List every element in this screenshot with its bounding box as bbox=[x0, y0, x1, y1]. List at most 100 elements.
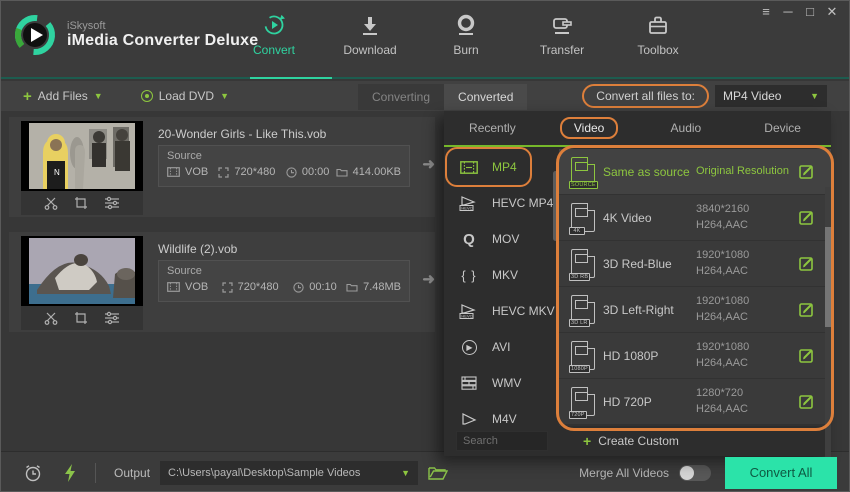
edit-preset-icon[interactable] bbox=[799, 348, 814, 366]
nav-tab-convert[interactable]: Convert bbox=[241, 13, 307, 57]
format-item-wmv[interactable]: WMV bbox=[444, 365, 559, 401]
preset-3d-left-right[interactable]: 3D LR 3D Left-Right 1920*1080 H264,AAC bbox=[559, 287, 831, 332]
tab-video[interactable]: Video bbox=[541, 111, 638, 145]
format-list-scrollbar[interactable] bbox=[553, 171, 558, 241]
file-format: VOB bbox=[185, 166, 209, 178]
output-format-select[interactable]: MP4 Video ▼ bbox=[715, 85, 827, 107]
format-item-mp4[interactable]: MP4 bbox=[444, 149, 559, 185]
app-logo: iSkysoft iMedia Converter Deluxe bbox=[13, 13, 258, 57]
file-row[interactable]: Wildlife (2).vob Source VOB 720*480 00:1… bbox=[9, 232, 435, 332]
format-label: MOV bbox=[492, 232, 520, 246]
nav-tab-transfer[interactable]: Transfer bbox=[529, 13, 595, 57]
preset-scrollbar-thumb[interactable] bbox=[825, 227, 831, 327]
file-duration: 00:10 bbox=[309, 281, 337, 293]
brand-text: iSkysoft iMedia Converter Deluxe bbox=[67, 20, 258, 50]
format-item-mkv[interactable]: { } MKV bbox=[444, 257, 559, 293]
output-label: Output bbox=[114, 465, 151, 480]
video-thumbnail-card: N bbox=[21, 121, 143, 215]
nav-label: Convert bbox=[252, 43, 296, 57]
preset-4k-video[interactable]: 4K 4K Video 3840*2160 H264,AAC bbox=[559, 195, 831, 240]
effects-sliders-icon[interactable] bbox=[104, 311, 120, 325]
duration-clock-icon bbox=[286, 166, 297, 178]
chevron-down-icon: ▼ bbox=[401, 467, 411, 478]
edit-preset-icon[interactable] bbox=[799, 394, 814, 412]
format-label: MP4 bbox=[492, 160, 517, 174]
file-name: Wildlife (2).vob bbox=[158, 242, 238, 256]
tab-audio[interactable]: Audio bbox=[638, 111, 735, 145]
wildlife-thumbnail-image bbox=[29, 238, 135, 304]
source-label: Source bbox=[167, 150, 202, 162]
wmv-icon bbox=[458, 376, 480, 390]
preset-hd-1080p[interactable]: 1080P HD 1080P 1920*1080 H264,AAC bbox=[559, 333, 831, 378]
svg-text:HEVC: HEVC bbox=[461, 206, 472, 211]
target-arrow-icon: ➜ bbox=[422, 271, 435, 288]
output-path-select[interactable]: C:\Users\payal\Desktop\Sample Videos ▼ bbox=[160, 460, 419, 485]
source-info-box: Source VOB 720*480 bbox=[158, 145, 410, 187]
format-search-input[interactable] bbox=[456, 431, 548, 451]
file-format: VOB bbox=[185, 281, 209, 293]
nav-tab-download[interactable]: Download bbox=[337, 13, 403, 57]
tab-converting[interactable]: Converting bbox=[358, 84, 445, 110]
add-files-label: Add Files bbox=[37, 89, 88, 103]
merge-all-videos-toggle[interactable] bbox=[679, 464, 711, 481]
format-item-hevc-mp4[interactable]: HEVC HEVC MP4 bbox=[444, 185, 559, 221]
edit-preset-icon[interactable] bbox=[799, 210, 814, 228]
trim-scissors-icon[interactable] bbox=[44, 311, 58, 325]
dvd-icon bbox=[140, 90, 153, 102]
preset-same-as-source[interactable]: SOURCE Same as source Original Resolutio… bbox=[559, 149, 831, 194]
preset-hd-720p[interactable]: 720P HD 720P 1280*720 H264,AAC bbox=[559, 379, 831, 424]
tab-converted[interactable]: Converted bbox=[444, 84, 528, 110]
format-label: M4V bbox=[492, 412, 517, 426]
load-dvd-button[interactable]: Load DVD ▼ bbox=[140, 89, 229, 103]
open-output-folder-icon[interactable] bbox=[428, 465, 449, 481]
high-speed-bolt-icon[interactable] bbox=[63, 463, 77, 483]
nav-tab-burn[interactable]: Burn bbox=[433, 13, 499, 57]
720p-file-icon: 720P bbox=[569, 387, 595, 419]
format-label: AVI bbox=[492, 340, 511, 354]
file-row[interactable]: N 20-Wonder Girls - Like This.vob Source… bbox=[9, 117, 435, 217]
format-item-m4v[interactable]: M4V bbox=[444, 401, 559, 426]
source-file-icon: SOURCE bbox=[569, 157, 598, 189]
minimize-icon[interactable]: ─ bbox=[781, 5, 795, 18]
file-size-folder-icon bbox=[336, 168, 348, 177]
tab-device[interactable]: Device bbox=[734, 111, 831, 145]
format-item-mov[interactable]: Q MOV bbox=[444, 221, 559, 257]
resolution-icon bbox=[221, 281, 233, 293]
add-files-button[interactable]: + Add Files ▼ bbox=[23, 88, 103, 105]
format-item-avi[interactable]: ▶ AVI bbox=[444, 329, 559, 365]
convert-icon bbox=[264, 14, 285, 35]
schedule-clock-icon[interactable] bbox=[23, 463, 43, 483]
mp4-icon bbox=[458, 160, 480, 174]
chevron-down-icon: ▼ bbox=[810, 91, 819, 101]
nav-label: Transfer bbox=[539, 43, 585, 57]
file-size: 414.00KB bbox=[352, 166, 401, 178]
load-dvd-label: Load DVD bbox=[158, 89, 215, 103]
svg-text:HEVC: HEVC bbox=[461, 314, 472, 319]
close-icon[interactable]: ✕ bbox=[825, 5, 839, 18]
hevc-mkv-icon: HEVC bbox=[458, 303, 480, 319]
resolution-icon bbox=[218, 166, 230, 178]
tab-recently[interactable]: Recently bbox=[444, 111, 541, 145]
3d-lr-file-icon: 3D LR bbox=[569, 295, 595, 327]
edit-preset-icon[interactable] bbox=[799, 256, 814, 274]
svg-text:N: N bbox=[54, 168, 60, 177]
convert-all-button[interactable]: Convert All bbox=[725, 456, 837, 489]
crop-icon[interactable] bbox=[74, 196, 88, 210]
edit-preset-icon[interactable] bbox=[799, 302, 814, 320]
duration-clock-icon bbox=[293, 281, 304, 293]
toggle-knob bbox=[680, 465, 694, 480]
maximize-icon[interactable]: □ bbox=[803, 5, 817, 18]
format-item-hevc-mkv[interactable]: HEVC HEVC MKV bbox=[444, 293, 559, 329]
preset-list-scrollbar[interactable] bbox=[825, 187, 831, 464]
menu-icon[interactable]: ≡ bbox=[759, 5, 773, 18]
crop-icon[interactable] bbox=[74, 311, 88, 325]
trim-scissors-icon[interactable] bbox=[44, 196, 58, 210]
window-controls: ≡ ─ □ ✕ bbox=[759, 5, 839, 18]
preset-3d-red-blue[interactable]: 3D RB 3D Red-Blue 1920*1080 H264,AAC bbox=[559, 241, 831, 286]
source-info-box: Source VOB 720*480 bbox=[158, 260, 410, 302]
edit-preset-icon[interactable] bbox=[799, 164, 814, 182]
effects-sliders-icon[interactable] bbox=[104, 196, 120, 210]
nav-tab-toolbox[interactable]: Toolbox bbox=[625, 13, 691, 57]
output-format-panel: Recently Video Audio Device MP4 HEVC HEV… bbox=[444, 111, 834, 464]
create-custom-button[interactable]: + Create Custom bbox=[583, 433, 679, 449]
